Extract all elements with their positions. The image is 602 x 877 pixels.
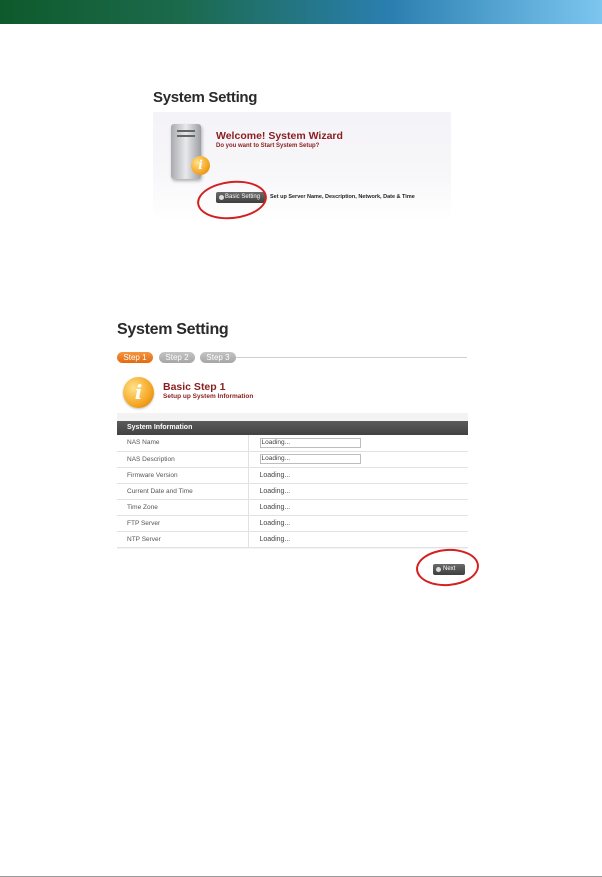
row-label-ftp-server: FTP Server [117, 515, 249, 532]
time-zone-value: Loading... [248, 499, 468, 516]
tab-step-3[interactable]: Step 3 [200, 352, 236, 363]
table-row: Current Date and Time Loading... [117, 483, 468, 500]
row-label-time-zone: Time Zone [117, 499, 249, 516]
row-label-nas-name: NAS Name [117, 435, 249, 452]
steps-divider [236, 357, 467, 358]
row-label-nas-description: NAS Description [117, 451, 249, 468]
nas-name-input[interactable]: Loading... [259, 437, 361, 448]
table-row: NAS Description Loading... [117, 451, 468, 468]
row-label-current-date-time: Current Date and Time [117, 483, 249, 500]
top-banner [0, 0, 602, 24]
firmware-version-value: Loading... [248, 467, 468, 484]
ftp-server-value: Loading... [248, 515, 468, 532]
table-row: Time Zone Loading... [117, 499, 468, 516]
table-row: Firmware Version Loading... [117, 467, 468, 484]
section-header: System Information [117, 421, 468, 435]
info-icon: i [123, 377, 154, 408]
info-icon: i [191, 156, 210, 175]
table-row: NAS Name Loading... [117, 435, 468, 452]
wizard-page-title: System Setting [153, 89, 258, 106]
table-row: NTP Server Loading... [117, 531, 468, 548]
row-label-ntp-server: NTP Server [117, 531, 249, 548]
step-subtitle: Setup up System Information [163, 393, 254, 400]
setup-page-title: System Setting [117, 321, 229, 338]
highlight-circle-next [414, 546, 481, 589]
nas-description-input[interactable]: Loading... [259, 454, 361, 464]
welcome-title: Welcome! System Wizard [216, 130, 343, 142]
row-label-firmware-version: Firmware Version [117, 467, 249, 484]
tab-step-2[interactable]: Step 2 [159, 352, 195, 363]
current-date-time-value: Loading... [248, 483, 468, 500]
basic-setting-description: Set up Server Name, Description, Network… [270, 194, 415, 200]
system-information-table: NAS Name Loading... NAS Description Load… [117, 435, 468, 548]
ntp-server-value: Loading... [248, 531, 468, 548]
tab-step-1[interactable]: Step 1 [117, 352, 153, 363]
welcome-subtitle: Do you want to Start System Setup? [216, 143, 320, 149]
table-row: FTP Server Loading... [117, 515, 468, 532]
step-title: Basic Step 1 [163, 381, 226, 393]
